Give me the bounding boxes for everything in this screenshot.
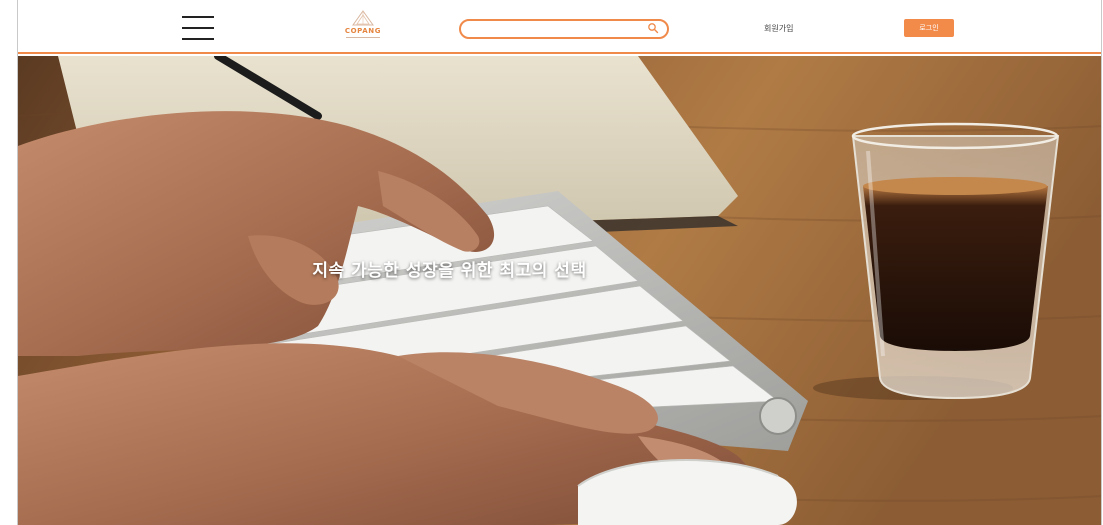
site-header: COPANG 회원가입 로그인 bbox=[18, 0, 1101, 54]
site-logo[interactable]: COPANG bbox=[336, 10, 390, 46]
logo-mark-icon bbox=[352, 10, 374, 26]
menu-bar bbox=[182, 16, 214, 18]
menu-bar bbox=[182, 27, 214, 29]
logo-underline bbox=[346, 37, 380, 38]
hero-background-image bbox=[18, 56, 1101, 525]
hero-title: 지속 가능한 성장을 위한 최고의 선택 bbox=[312, 261, 587, 281]
login-button[interactable]: 로그인 bbox=[904, 19, 954, 37]
hero-banner: 지속 가능한 성장을 위한 최고의 선택 bbox=[18, 56, 1101, 525]
menu-bar bbox=[182, 38, 214, 40]
search-bar bbox=[459, 19, 669, 39]
logo-text: COPANG bbox=[344, 27, 382, 35]
hamburger-menu-icon[interactable] bbox=[182, 16, 214, 40]
page-frame: COPANG 회원가입 로그인 지속 가능한 성장을 위한 최고의 선택 bbox=[17, 0, 1102, 525]
search-input[interactable] bbox=[471, 22, 641, 37]
signup-link[interactable]: 회원가입 bbox=[764, 23, 793, 34]
search-icon[interactable] bbox=[647, 22, 659, 34]
